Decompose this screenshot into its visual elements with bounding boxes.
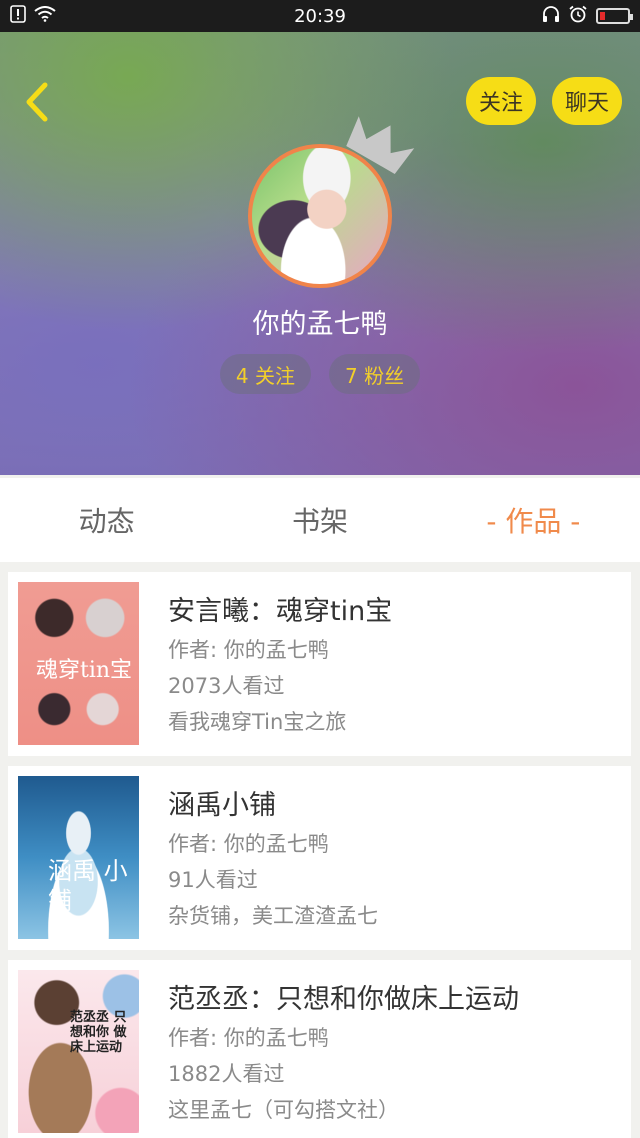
work-views: 1882人看过 [168, 1062, 285, 1086]
work-views: 91人看过 [168, 868, 258, 892]
back-button[interactable] [18, 80, 54, 124]
headphones-icon [542, 5, 560, 27]
profile-tabs: 动态 书架 - 作品 - [0, 478, 640, 562]
book-cover: 涵禹 小铺 [18, 776, 139, 939]
following-count[interactable]: 4 关注 [219, 354, 311, 394]
alarm-icon [568, 5, 588, 27]
fans-count[interactable]: 7 粉丝 [329, 354, 421, 394]
work-description: 这里孟七（可勾搭文社） [168, 1098, 399, 1122]
book-cover: 魂穿tin宝 [18, 582, 139, 745]
status-bar: 20:39 [0, 0, 640, 32]
work-author: 作者: 你的孟七鸭 [168, 1026, 329, 1050]
cover-text: 魂穿tin宝 [36, 658, 133, 683]
work-author: 作者: 你的孟七鸭 [168, 832, 329, 856]
work-author: 作者: 你的孟七鸭 [168, 638, 329, 662]
work-title: 涵禹小铺 [168, 790, 276, 821]
cover-text: 涵禹 小铺 [48, 857, 128, 915]
chat-button[interactable]: 聊天 [551, 77, 622, 125]
works-list: 魂穿tin宝 安言曦：魂穿tin宝 作者: 你的孟七鸭 2073人看过 看我魂穿… [8, 572, 631, 1138]
work-description: 杂货铺，美工渣渣孟七 [168, 904, 378, 928]
follow-button[interactable]: 关注 [465, 77, 536, 125]
book-cover: 范丞丞 只想和你 做床上运动 [18, 970, 139, 1133]
work-title: 安言曦：魂穿tin宝 [168, 596, 393, 627]
work-description: 看我魂穿Tin宝之旅 [168, 710, 347, 734]
work-item[interactable]: 魂穿tin宝 安言曦：魂穿tin宝 作者: 你的孟七鸭 2073人看过 看我魂穿… [8, 572, 631, 756]
sim-icon [10, 5, 26, 27]
work-title: 范丞丞：只想和你做床上运动 [168, 984, 519, 1015]
tab-works[interactable]: - 作品 - [427, 478, 640, 562]
work-views: 2073人看过 [168, 674, 285, 698]
crown-icon [346, 116, 415, 174]
work-item[interactable]: 范丞丞 只想和你 做床上运动 范丞丞：只想和你做床上运动 作者: 你的孟七鸭 1… [8, 960, 631, 1138]
work-item[interactable]: 涵禹 小铺 涵禹小铺 作者: 你的孟七鸭 91人看过 杂货铺，美工渣渣孟七 [8, 766, 631, 950]
cover-text: 范丞丞 只想和你 做床上运动 [70, 1010, 127, 1055]
wifi-icon [34, 6, 56, 26]
battery-icon [596, 8, 633, 24]
profile-header: 关注 聊天 你的孟七鸭 4 关注 7 粉丝 [0, 32, 640, 475]
tab-activity[interactable]: 动态 [0, 478, 213, 562]
chevron-left-icon [26, 82, 48, 122]
username: 你的孟七鸭 [252, 309, 388, 340]
tab-bookshelf[interactable]: 书架 [213, 478, 426, 562]
avatar-container[interactable] [248, 116, 415, 288]
